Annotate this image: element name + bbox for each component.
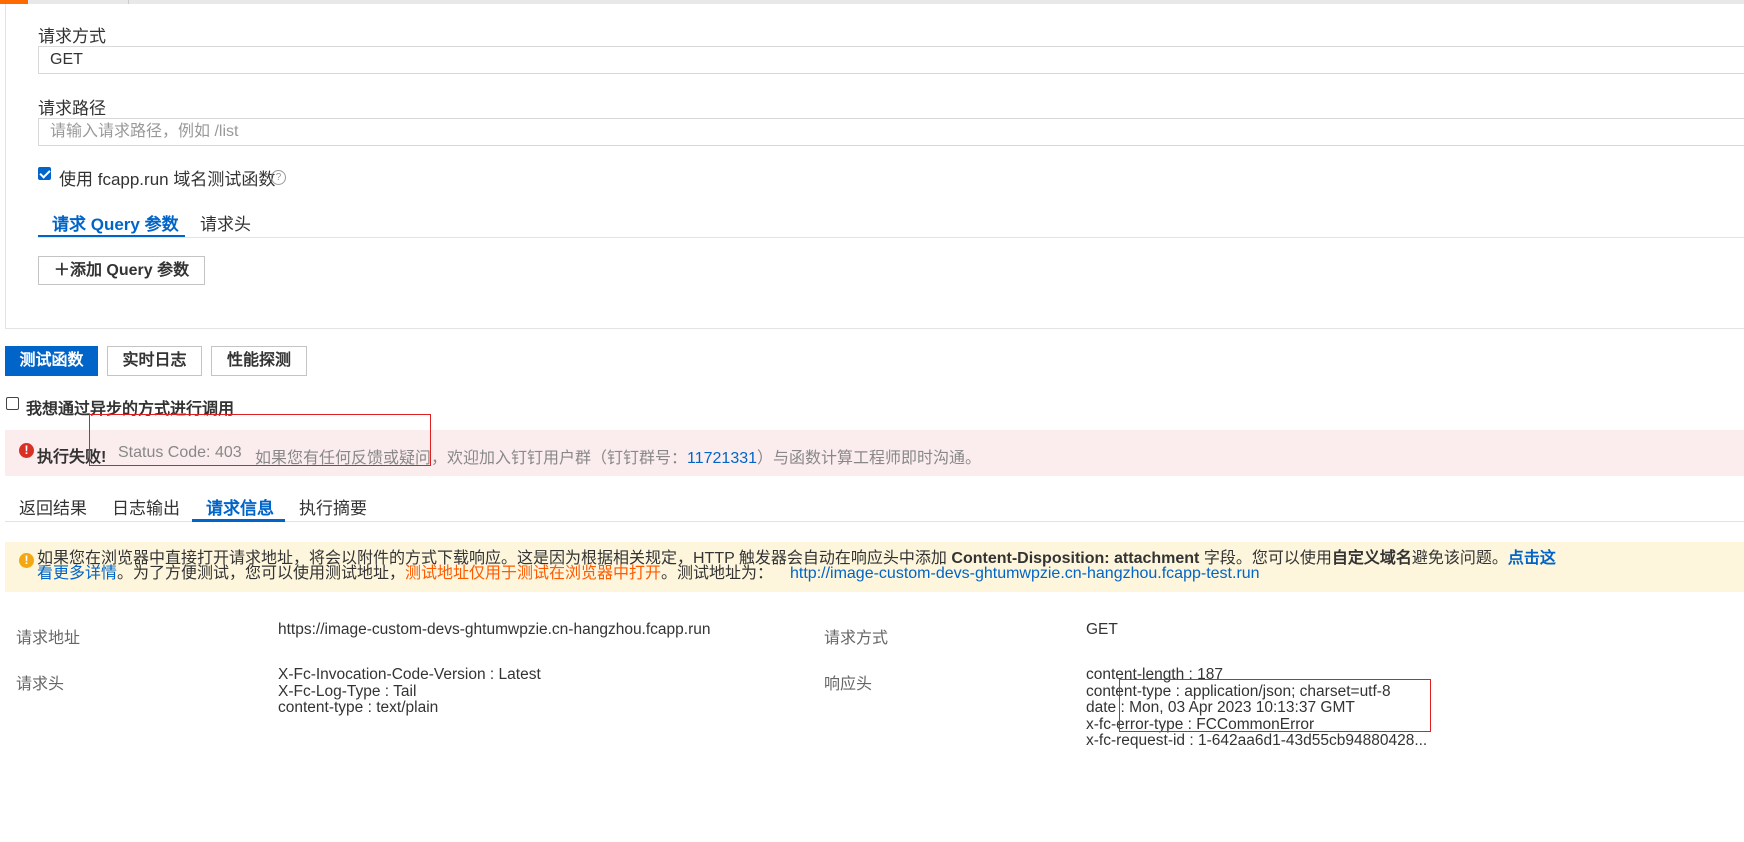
path-input[interactable]: 请输入请求路径，例如 /list (38, 118, 1744, 146)
request-header-line: content-type : text/plain (278, 699, 439, 716)
error-icon: ! (19, 443, 34, 458)
tab-return-result[interactable]: 返回结果 (19, 494, 87, 519)
request-method-value: GET (1086, 621, 1118, 638)
path-label: 请求路径 (38, 99, 106, 118)
method-label: 请求方式 (38, 27, 106, 46)
response-header-line: x-fc-request-id : 1-642aa6d1-43d55cb9488… (1086, 732, 1428, 749)
result-tab-active-underline (192, 519, 285, 522)
test-function-button[interactable]: 测试函数 (5, 346, 98, 376)
warning-text-3: 避免该问题。 (1411, 550, 1508, 567)
request-headers-list: X-Fc-Invocation-Code-Version : Latest X-… (278, 666, 541, 717)
use-domain-label: 使用 fcapp.run 域名测试函数 (59, 170, 276, 189)
method-select[interactable]: GET (38, 46, 1744, 74)
request-header-line: X-Fc-Log-Type : Tail (278, 682, 417, 700)
async-checkbox[interactable] (6, 397, 19, 410)
warning-bold-domain: 自定义域名 (1331, 550, 1412, 567)
warning-icon: ! (19, 553, 34, 568)
request-header-line: X-Fc-Invocation-Code-Version : Latest (278, 666, 541, 683)
tab-request-headers[interactable]: 请求头 (200, 210, 251, 235)
group-number-link[interactable]: 11721331 (687, 450, 757, 467)
help-icon[interactable]: ? (271, 170, 286, 185)
warning-text-4: 。为了方便测试，您可以使用测试地址， (117, 565, 406, 582)
realtime-log-button[interactable]: 实时日志 (107, 346, 202, 376)
add-query-param-label: 添加 Query 参数 (69, 262, 190, 279)
plus-icon: ＋ (53, 262, 70, 279)
request-url-label: 请求地址 (16, 630, 81, 647)
more-details-link[interactable]: 看更多详情 (37, 565, 117, 582)
tab-execution-summary[interactable]: 执行摘要 (299, 494, 367, 519)
add-query-param-button[interactable]: ＋添加 Query 参数 (38, 256, 205, 285)
request-headers-label: 请求头 (16, 676, 65, 693)
warning-orange-note: 测试地址仅用于测试在浏览器中打开 (405, 565, 662, 582)
warning-click-link[interactable]: 点击这 (1508, 550, 1556, 567)
tab-query-params[interactable]: 请求 Query 参数 (52, 210, 179, 235)
annotation-box-headers (1119, 679, 1431, 732)
test-url-link[interactable]: http://image-custom-devs-ghtumwpzie.cn-h… (790, 566, 1260, 582)
use-domain-checkbox[interactable] (38, 167, 51, 180)
perf-probe-button[interactable]: 性能探测 (211, 346, 307, 376)
error-message-suffix: ）与函数计算工程师即时沟通。 (757, 450, 982, 467)
request-url-value: https://image-custom-devs-ghtumwpzie.cn-… (278, 621, 711, 638)
tab-log-output[interactable]: 日志输出 (112, 494, 180, 519)
warning-line-2: 看更多详情。为了方便测试，您可以使用测试地址，测试地址仅用于测试在浏览器中打开。… (37, 566, 773, 582)
tab-request-info[interactable]: 请求信息 (206, 494, 274, 519)
response-headers-label: 响应头 (824, 676, 873, 693)
annotation-box-status (89, 414, 431, 466)
request-method-label: 请求方式 (824, 630, 889, 647)
warning-text-5: 。测试地址为： (661, 565, 774, 582)
tabs-divider (38, 237, 1744, 238)
